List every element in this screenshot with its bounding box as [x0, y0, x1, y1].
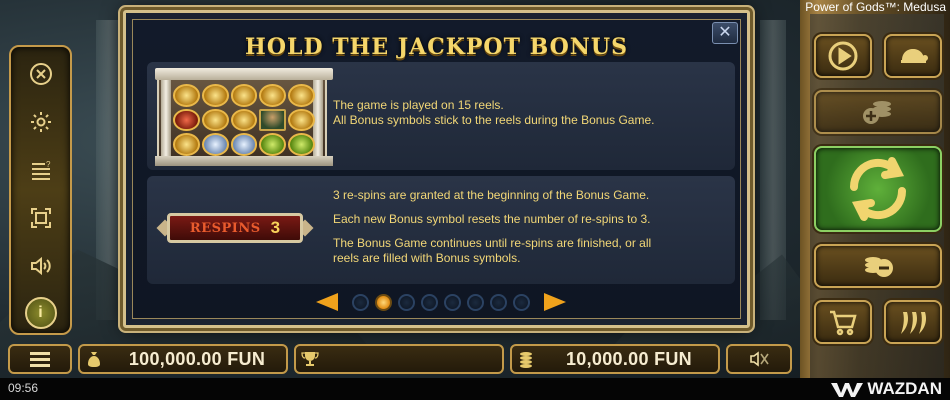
cart-icon: [830, 310, 857, 336]
sound-button[interactable]: [24, 249, 58, 283]
wazdan-logo-icon: [831, 382, 864, 397]
coins-minus-icon: [865, 257, 893, 277]
turtle-icon: [901, 49, 928, 63]
info-button[interactable]: i: [24, 297, 57, 329]
bonus-coin: [259, 84, 287, 107]
page-dot[interactable]: [375, 293, 392, 311]
info-dialog: HOLD THE JACKPOT BONUS ✕ The game is pla…: [123, 10, 750, 328]
bonus-coin: [288, 108, 315, 132]
chili-peppers-icon: [901, 312, 927, 334]
bonus-coin: [288, 84, 315, 107]
pagination: [316, 290, 576, 314]
gear-icon: [30, 112, 51, 132]
spin-arrows-icon: [849, 157, 907, 221]
info-line: The Bonus Game continues until re-spins …: [333, 236, 652, 250]
page-dots: [352, 293, 530, 311]
respins-value: 3: [270, 218, 281, 237]
bet-value: 10,000.00 FUN: [566, 348, 692, 369]
previous-page-arrow-icon[interactable]: [316, 293, 338, 311]
info-line: Each new Bonus symbol resets the number …: [333, 212, 651, 226]
buy-feature-button[interactable]: [814, 300, 872, 344]
volatility-button[interactable]: [884, 300, 942, 344]
close-icon: [29, 63, 52, 85]
device-status-bar: 09:56 WAZDAN: [0, 378, 950, 400]
info-icon: i: [38, 304, 43, 321]
respins-info-panel: RESPINS 3 3 re-spins are granted at the …: [147, 176, 735, 284]
close-menu-button[interactable]: [24, 57, 58, 91]
fullscreen-icon: [30, 208, 51, 228]
reels-info-panel: The game is played on 15 reels. All Bonu…: [147, 62, 735, 170]
clock-time: 09:56: [8, 381, 39, 395]
autoplay-button[interactable]: [814, 34, 872, 78]
bonus-coin: [173, 84, 200, 107]
info-dialog-body: HOLD THE JACKPOT BONUS ✕ The game is pla…: [132, 19, 741, 319]
bet-increase-button[interactable]: [814, 90, 942, 134]
reels-grid: [173, 84, 315, 156]
bet-decrease-button[interactable]: [814, 244, 942, 288]
bonus-coin: [230, 84, 258, 107]
page-dot[interactable]: [467, 293, 484, 311]
paytable-button[interactable]: ?: [24, 153, 58, 187]
bonus-coin: [201, 108, 229, 132]
brand-logo: WAZDAN: [831, 379, 942, 399]
temple-capital: [155, 68, 333, 80]
right-control-panel: [800, 0, 950, 378]
dialog-close-button[interactable]: ✕: [712, 22, 738, 44]
bonus-coin: [230, 133, 258, 156]
coin-stack-icon: [512, 350, 540, 368]
bonus-coin: [201, 133, 229, 156]
respins-label: RESPINS: [189, 220, 261, 236]
reels-illustration: [155, 68, 333, 166]
spin-button[interactable]: [814, 146, 942, 232]
brand-name: WAZDAN: [867, 379, 942, 398]
game-title: Power of Gods™: Medusa: [805, 0, 946, 14]
page-dot[interactable]: [490, 293, 507, 311]
balance-value: 100,000.00 FUN: [128, 348, 266, 369]
dialog-title: HOLD THE JACKPOT BONUS: [245, 34, 628, 60]
paytable-icon: ?: [31, 160, 51, 180]
info-line: reels are filled with Bonus symbols.: [333, 251, 521, 265]
bonus-coin: [173, 108, 200, 132]
svg-text:?: ?: [46, 160, 51, 169]
reels-info-text: The game is played on 15 reels. All Bonu…: [333, 98, 655, 128]
medusa-symbol: [259, 108, 287, 132]
page-dot[interactable]: [398, 293, 415, 311]
turbo-speed-button[interactable]: [884, 34, 942, 78]
speaker-icon: [30, 256, 51, 276]
fullscreen-button[interactable]: [24, 201, 58, 235]
balance-display: 100,000.00 FUN: [78, 344, 288, 374]
play-icon: [828, 41, 858, 71]
bonus-coin: [173, 133, 200, 156]
hamburger-menu-icon: [30, 352, 50, 367]
win-display: [294, 344, 504, 374]
trophy-icon: [296, 350, 324, 368]
page-dot[interactable]: [513, 293, 530, 311]
respins-info-text: 3 re-spins are granted at the beginning …: [333, 188, 651, 266]
info-line: 3 re-spins are granted at the beginning …: [333, 188, 650, 202]
temple-pillar: [161, 80, 171, 158]
bottom-bar: 100,000.00 FUN 10,000.00 FUN: [0, 340, 800, 378]
respins-plate: RESPINS 3: [167, 213, 303, 243]
bonus-coin: [201, 84, 229, 107]
coins-plus-icon: [863, 101, 891, 124]
settings-button[interactable]: [24, 105, 58, 139]
page-dot[interactable]: [352, 293, 369, 311]
bonus-coin: [230, 108, 258, 132]
main-menu-button[interactable]: [8, 344, 72, 374]
page-dot[interactable]: [421, 293, 438, 311]
bonus-coin: [259, 133, 287, 156]
page-dot[interactable]: [444, 293, 461, 311]
next-page-arrow-icon[interactable]: [544, 293, 566, 311]
respins-counter: RESPINS 3: [156, 213, 314, 243]
temple-base: [155, 156, 333, 166]
bet-display: 10,000.00 FUN: [510, 344, 720, 374]
info-line: The game is played on 15 reels.: [333, 98, 504, 112]
speaker-muted-icon: [750, 351, 769, 367]
info-line: All Bonus symbols stick to the reels dur…: [333, 113, 655, 127]
left-menu: ? i: [9, 45, 72, 335]
bonus-coin: [288, 133, 315, 156]
money-bag-icon: [80, 350, 108, 368]
mute-button[interactable]: [726, 344, 792, 374]
